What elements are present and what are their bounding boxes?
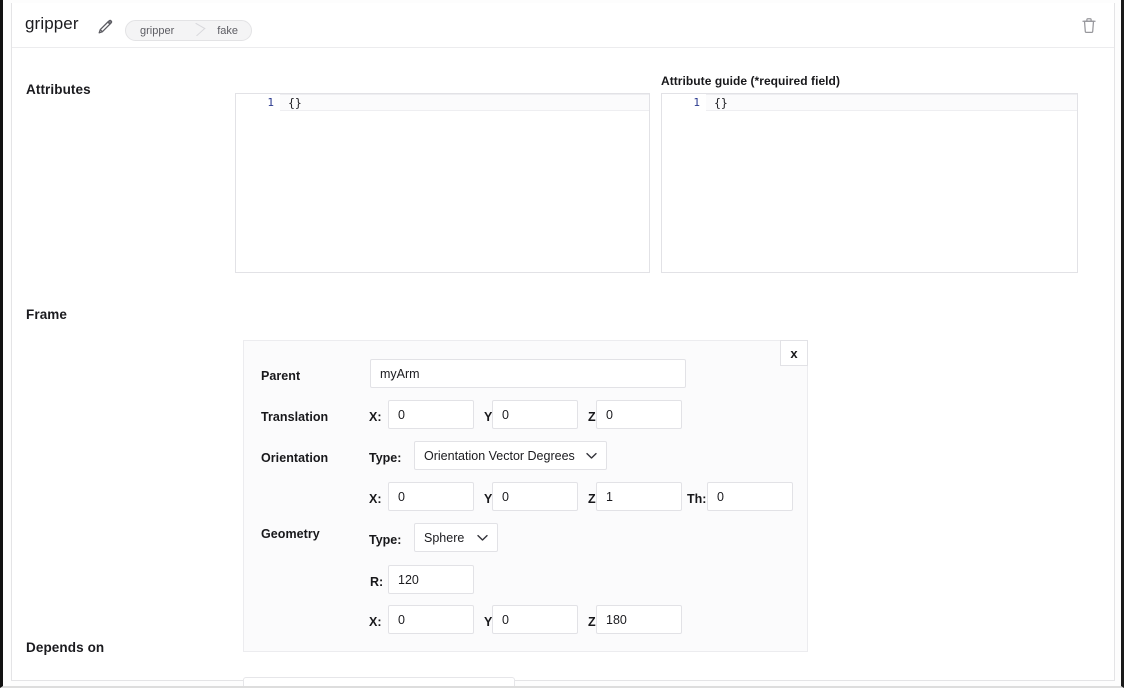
editor-line[interactable]: 1 {}	[236, 94, 649, 111]
geometry-x-label: X:	[369, 615, 382, 629]
attribute-guide-label: Attribute guide (*required field)	[661, 74, 840, 88]
orientation-th-label: Th:	[687, 492, 706, 506]
code-content[interactable]: {}	[706, 94, 1077, 111]
component-header: gripper gripper fake	[12, 3, 1114, 48]
component-card: gripper gripper fake	[11, 3, 1115, 681]
pencil-icon[interactable]	[96, 18, 114, 36]
geometry-r-input[interactable]	[388, 565, 474, 594]
geometry-type-select[interactable]: Sphere	[414, 523, 498, 552]
geometry-z-input[interactable]	[596, 605, 682, 634]
geometry-r-label: R:	[370, 575, 383, 589]
line-number: 1	[236, 96, 280, 109]
breadcrumb[interactable]: gripper fake	[125, 20, 252, 41]
orientation-type-value: Orientation Vector Degrees	[424, 449, 575, 463]
attributes-section-label: Attributes	[26, 82, 91, 97]
geometry-label: Geometry	[261, 527, 320, 541]
orientation-label: Orientation	[261, 451, 328, 465]
orientation-type-label: Type:	[369, 451, 401, 465]
translation-label: Translation	[261, 410, 328, 424]
translation-y-input[interactable]	[492, 400, 578, 429]
translation-z-input[interactable]	[596, 400, 682, 429]
geometry-x-input[interactable]	[388, 605, 474, 634]
parent-label: Parent	[261, 369, 300, 383]
chevron-down-icon	[576, 452, 597, 460]
line-number: 1	[662, 96, 706, 109]
page-title: gripper	[25, 14, 79, 34]
orientation-y-input[interactable]	[492, 482, 578, 511]
depends-on-section-label: Depends on	[26, 640, 104, 655]
parent-input[interactable]	[370, 359, 686, 388]
attributes-code-editor[interactable]: 1 {}	[235, 93, 650, 273]
component-config-page: gripper gripper fake	[0, 0, 1124, 688]
geometry-y-input[interactable]	[492, 605, 578, 634]
attribute-guide-code-editor[interactable]: 1 {}	[661, 93, 1078, 273]
trash-icon[interactable]	[1078, 14, 1100, 36]
frame-panel: x Parent Translation X: Y: Z: Orientatio…	[243, 340, 808, 652]
code-content[interactable]: {}	[280, 94, 649, 111]
orientation-type-select[interactable]: Orientation Vector Degrees	[414, 441, 607, 470]
orientation-z-input[interactable]	[596, 482, 682, 511]
orientation-x-label: X:	[369, 492, 382, 506]
orientation-th-input[interactable]	[707, 482, 793, 511]
translation-x-label: X:	[369, 410, 382, 424]
frame-section-label: Frame	[26, 307, 67, 322]
translation-x-input[interactable]	[388, 400, 474, 429]
editor-line[interactable]: 1 {}	[662, 94, 1077, 111]
breadcrumb-chevron-icon	[190, 21, 203, 40]
geometry-type-label: Type:	[369, 533, 401, 547]
breadcrumb-item-model[interactable]: fake	[203, 21, 251, 40]
chevron-down-icon	[467, 534, 488, 542]
geometry-type-value: Sphere	[424, 531, 464, 545]
depends-on-search-select[interactable]: Search components...	[243, 677, 515, 688]
close-frame-button[interactable]: x	[780, 340, 808, 366]
breadcrumb-item-type[interactable]: gripper	[126, 21, 190, 40]
orientation-x-input[interactable]	[388, 482, 474, 511]
